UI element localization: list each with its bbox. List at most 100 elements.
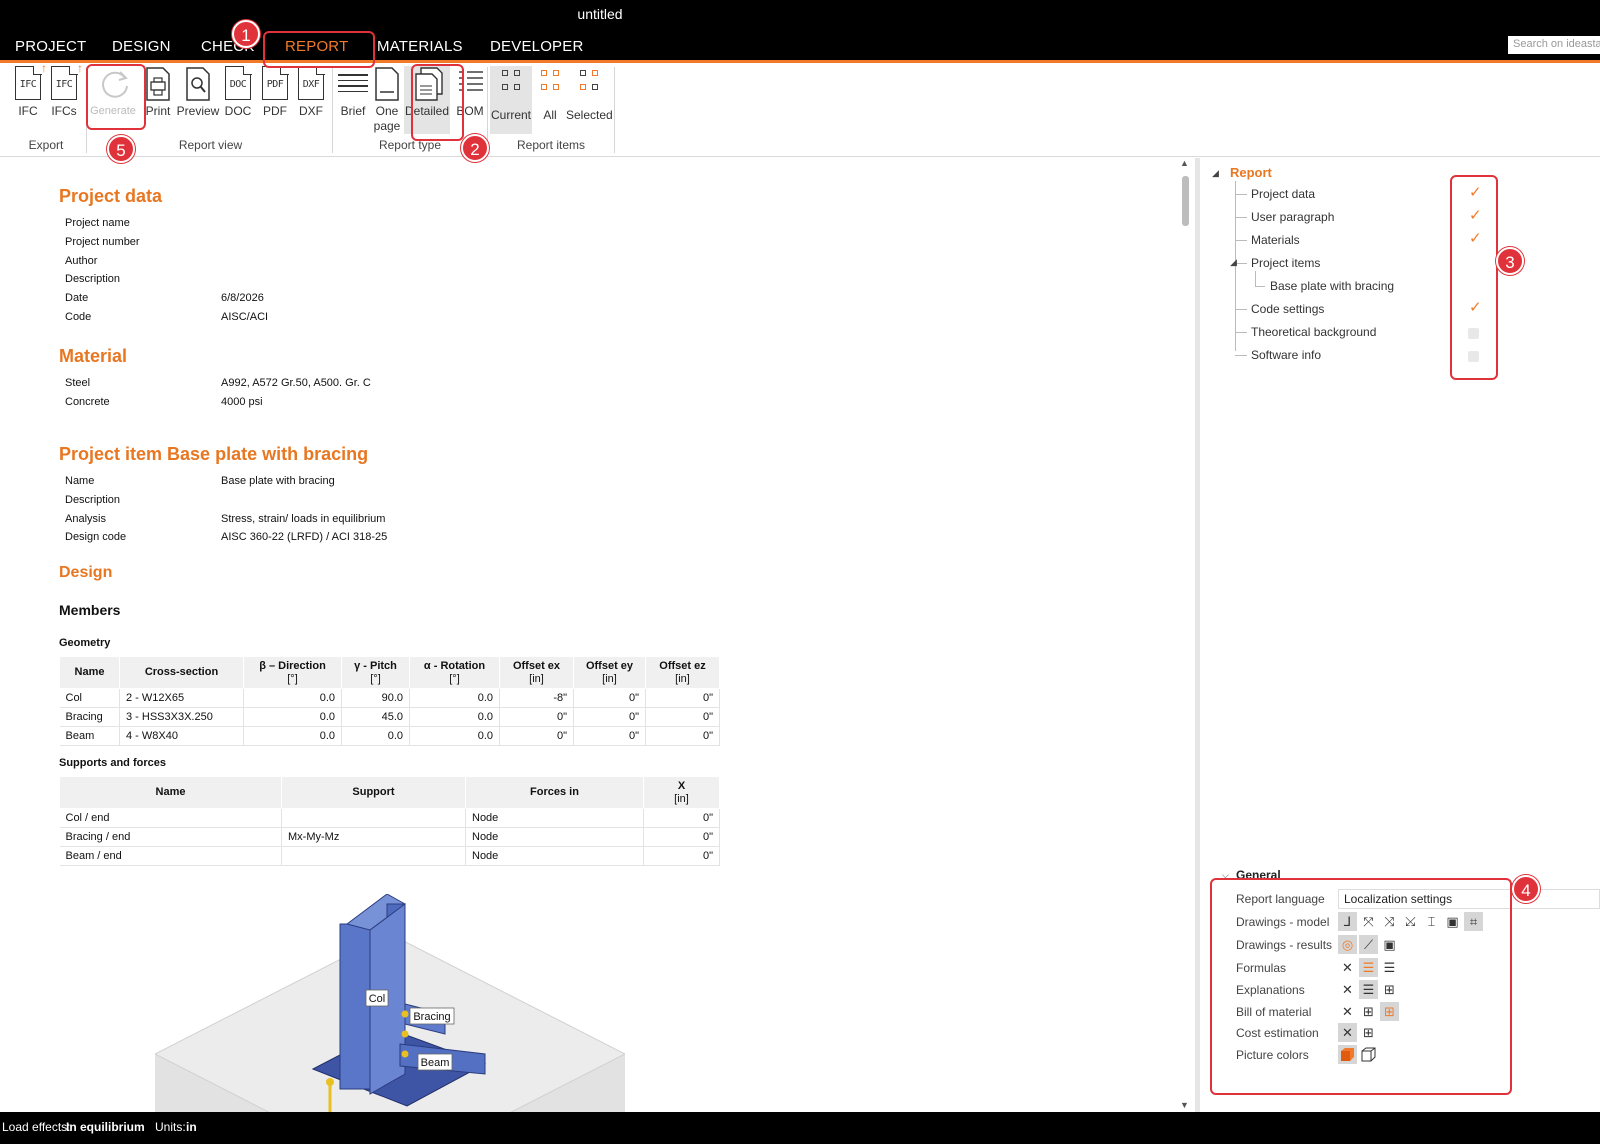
current-items-button[interactable]: Current xyxy=(490,66,532,134)
geometry-cell: 0" xyxy=(499,707,574,727)
annotation-box-checkboxes xyxy=(1450,175,1498,380)
annotation-box-general xyxy=(1210,878,1512,1095)
collapse-triangle-icon[interactable]: ◢ xyxy=(1212,168,1219,179)
geometry-cell: 2 - W12X65 xyxy=(119,688,244,708)
tree-item[interactable]: Software info xyxy=(1251,348,1321,362)
scroll-thumb[interactable] xyxy=(1182,176,1189,226)
scroll-down-icon[interactable]: ▼ xyxy=(1180,1100,1189,1110)
geometry-header-title: α - Rotation xyxy=(423,659,486,672)
geometry-header-title: Name xyxy=(74,666,105,678)
supports-header: Support xyxy=(281,776,466,809)
tree-line xyxy=(1255,286,1265,287)
search-input[interactable]: Search on ideastatica xyxy=(1508,36,1600,54)
supports-header-title: X xyxy=(677,779,686,792)
tree-item[interactable]: Project items xyxy=(1251,256,1320,270)
material-value: A992, A572 Gr.50, A500. Gr. C xyxy=(221,377,371,389)
preview-icon xyxy=(186,67,210,101)
tree-line xyxy=(1235,332,1247,333)
material-key: Concrete xyxy=(65,395,110,408)
tree-line xyxy=(1235,217,1247,218)
ifc-export-button[interactable]: IFC ↑ IFC xyxy=(8,62,48,134)
dxf-button[interactable]: DXF DXF xyxy=(291,65,331,134)
project-data-key: Description xyxy=(65,273,121,286)
project-item-key: Design code xyxy=(65,531,127,544)
current-grid-icon xyxy=(500,70,522,92)
scroll-up-icon[interactable]: ▲ xyxy=(1180,158,1189,168)
geometry-header: β – Direction [°] xyxy=(243,656,342,689)
collapse-triangle-icon[interactable]: ◢ xyxy=(1230,257,1237,268)
geometry-header-title: Cross-section xyxy=(144,666,219,678)
export-arrow-icon: ↑ xyxy=(77,61,83,75)
tree-item[interactable]: Code settings xyxy=(1251,302,1324,316)
pdf-button[interactable]: PDF PDF xyxy=(255,65,295,134)
material-value: 4000 psi xyxy=(221,395,263,408)
geometry-header: γ - Pitch [°] xyxy=(341,656,410,689)
tree-root-report[interactable]: Report xyxy=(1230,165,1272,180)
doc-button[interactable]: DOC DOC xyxy=(218,65,258,134)
supports-header: X [in] xyxy=(643,776,720,809)
selected-items-button[interactable]: Selected xyxy=(566,66,613,134)
supports-table: Name Support Forces in X [in] Col / end Node 0… xyxy=(59,776,720,866)
units-value[interactable]: in xyxy=(186,1120,197,1134)
geometry-cell: Beam xyxy=(59,726,120,746)
preview-button[interactable]: Preview xyxy=(176,66,220,134)
heading-project-data: Project data xyxy=(59,186,163,206)
all-grid-icon xyxy=(539,70,561,92)
geometry-header-unit: [°] xyxy=(449,672,460,685)
tree-line xyxy=(1235,309,1247,310)
project-item-key: Description xyxy=(65,493,121,506)
supports-cell: 0" xyxy=(643,827,720,847)
geometry-header-title: Offset ex xyxy=(512,659,561,672)
project-data-key: Date xyxy=(65,292,89,305)
menu-developer[interactable]: DEVELOPER xyxy=(490,36,584,57)
brief-icon xyxy=(338,66,368,100)
project-item-value: Stress, strain/ loads in equilibrium xyxy=(221,512,386,525)
table-row: Col / end Node 0" xyxy=(59,808,720,828)
table-row: Beam 4 - W8X40 0.0 0.0 0.0 0" 0" 0" xyxy=(59,726,720,746)
label-beam: Beam xyxy=(421,1057,450,1069)
table-row: Beam / end Node 0" xyxy=(59,846,720,866)
project-item-value: Base plate with bracing xyxy=(221,475,335,487)
supports-cell: Node xyxy=(465,846,644,866)
units-label: Units: xyxy=(155,1120,186,1134)
heading-supports-forces: Supports and forces xyxy=(59,757,166,769)
menu-design[interactable]: DESIGN xyxy=(112,36,171,57)
print-icon xyxy=(146,67,170,101)
report-scrollbar[interactable]: ▲ ▼ xyxy=(1178,158,1192,1112)
geometry-header-unit: [°] xyxy=(370,672,381,685)
tree-item[interactable]: Materials xyxy=(1251,233,1300,247)
geometry-header-title: γ - Pitch xyxy=(354,659,397,672)
supports-cell: 0" xyxy=(643,846,720,866)
menu-project[interactable]: PROJECT xyxy=(15,36,86,57)
tree-item[interactable]: Project data xyxy=(1251,187,1315,201)
tree-item[interactable]: Theoretical background xyxy=(1251,325,1376,339)
project-item-value: AISC 360-22 (LRFD) / ACI 318-25 xyxy=(221,531,388,544)
supports-cell xyxy=(281,808,466,828)
menu-materials[interactable]: MATERIALS xyxy=(377,36,463,57)
project-data-key: Author xyxy=(65,254,98,267)
tree-item[interactable]: User paragraph xyxy=(1251,210,1334,224)
geometry-header: Offset ey [in] xyxy=(573,656,646,689)
status-bar: Load effects: In equilibrium Units: in xyxy=(0,1112,1600,1144)
annotation-box-report-tab xyxy=(263,31,375,68)
geometry-cell: 0" xyxy=(645,707,720,727)
supports-cell: Mx-My-Mz xyxy=(281,827,466,847)
geometry-cell: 3 - HSS3X3X.250 xyxy=(119,707,244,727)
geometry-header-unit: [in] xyxy=(602,672,617,685)
ifcs-export-button[interactable]: IFC ↑ IFCs xyxy=(44,62,84,134)
supports-header: Forces in xyxy=(465,776,644,809)
geometry-header-title: Offset ey xyxy=(585,659,634,672)
window-title: untitled xyxy=(577,6,623,22)
one-page-icon xyxy=(375,67,399,101)
all-items-button[interactable]: All xyxy=(530,66,570,134)
tree-line xyxy=(1255,271,1256,286)
geometry-cell: 0.0 xyxy=(409,707,500,727)
geometry-header-title: Offset ez xyxy=(659,659,706,672)
tree-line xyxy=(1235,355,1247,356)
geometry-cell: 0.0 xyxy=(243,726,342,746)
load-effects-value[interactable]: In equilibrium xyxy=(66,1120,145,1134)
tree-item[interactable]: Base plate with bracing xyxy=(1270,279,1394,293)
geometry-cell: Bracing xyxy=(59,707,120,727)
ifcs-icon: IFC xyxy=(51,65,78,100)
one-page-button[interactable]: One page xyxy=(367,66,407,134)
